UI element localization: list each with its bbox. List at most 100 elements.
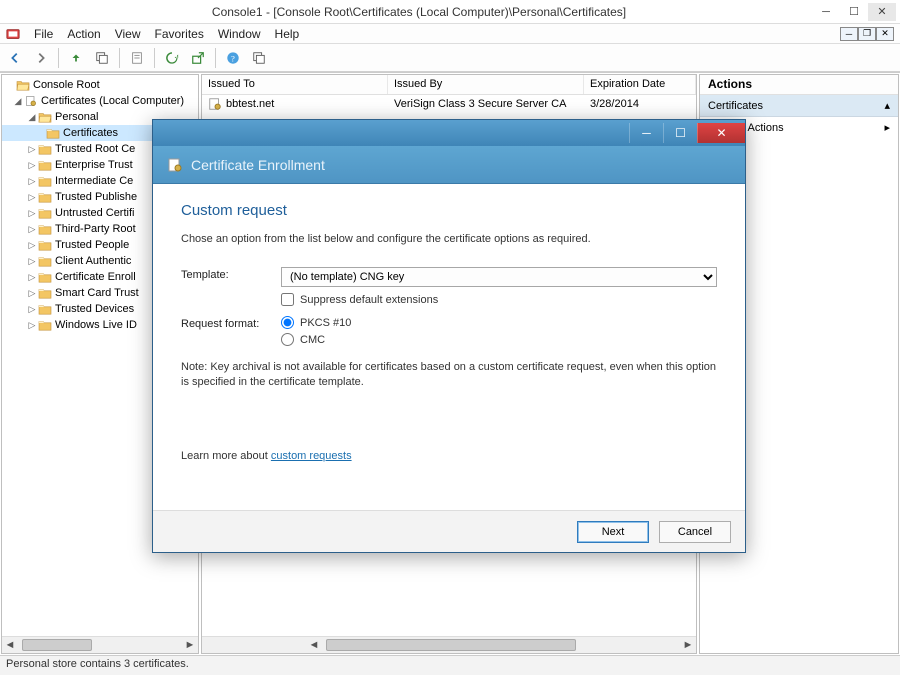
actions-group-certificates[interactable]: Certificates ▴ xyxy=(700,95,898,117)
expander-icon[interactable]: ▷ xyxy=(26,144,38,155)
tree-label: Personal xyxy=(55,111,98,123)
menu-view[interactable]: View xyxy=(115,27,141,41)
certificate-enrollment-dialog: ─ ☐ ✕ Certificate Enrollment Custom requ… xyxy=(152,119,746,553)
mdi-close[interactable]: ✕ xyxy=(876,27,894,41)
expander-icon[interactable]: ▷ xyxy=(26,256,38,267)
expander-icon[interactable]: ▷ xyxy=(26,304,38,315)
minimize-button[interactable]: ─ xyxy=(812,3,840,21)
col-issued-by[interactable]: Issued By xyxy=(388,75,584,94)
scroll-right-icon[interactable]: ► xyxy=(182,639,198,651)
folder-icon xyxy=(38,271,52,283)
cancel-button[interactable]: Cancel xyxy=(659,521,731,543)
menu-favorites[interactable]: Favorites xyxy=(155,27,204,41)
expiration-value: 3/28/2014 xyxy=(584,98,696,110)
tree-label: Certificate Enroll xyxy=(55,271,136,283)
pkcs10-radio[interactable] xyxy=(281,316,294,329)
folder-icon xyxy=(46,127,60,139)
tree-console-root[interactable]: Console Root xyxy=(2,77,198,93)
folder-icon xyxy=(38,191,52,203)
dialog-page-title: Custom request xyxy=(181,202,717,219)
tree-label: Certificates (Local Computer) xyxy=(41,95,184,107)
menu-help[interactable]: Help xyxy=(275,27,300,41)
mmc-icon xyxy=(4,5,18,19)
menu-action[interactable]: Action xyxy=(67,27,100,41)
mmc-menu-icon xyxy=(6,27,20,41)
toolbar xyxy=(0,44,900,72)
export-list-button[interactable] xyxy=(187,47,209,69)
scrollbar-thumb[interactable] xyxy=(22,639,92,651)
request-format-label: Request format: xyxy=(181,316,281,346)
status-text: Personal store contains 3 certificates. xyxy=(6,658,189,670)
dialog-header: Certificate Enrollment xyxy=(153,146,745,184)
folder-icon xyxy=(38,223,52,235)
main-titlebar: Console1 - [Console Root\Certificates (L… xyxy=(0,0,900,24)
maximize-button[interactable]: ☐ xyxy=(840,3,868,21)
results-horizontal-scrollbar[interactable]: ◄ ► xyxy=(202,636,696,653)
expander-icon[interactable]: ◢ xyxy=(26,112,38,123)
mdi-restore[interactable]: ❐ xyxy=(858,27,876,41)
pkcs10-label: PKCS #10 xyxy=(300,317,351,329)
col-issued-to[interactable]: Issued To xyxy=(202,75,388,94)
learn-more-link[interactable]: custom requests xyxy=(271,450,352,462)
mdi-minimize[interactable]: ─ xyxy=(840,27,858,41)
tree-label: Trusted Publishe xyxy=(55,191,137,203)
cert-store-icon xyxy=(24,95,38,107)
menu-bar: File Action View Favorites Window Help ─… xyxy=(0,24,900,44)
learn-more-prefix: Learn more about xyxy=(181,450,271,462)
tree-certificates-localcomputer[interactable]: ◢ Certificates (Local Computer) xyxy=(2,93,198,109)
folder-icon xyxy=(38,207,52,219)
tree-label: Windows Live ID xyxy=(55,319,137,331)
expander-icon[interactable]: ▷ xyxy=(26,272,38,283)
folder-icon xyxy=(38,303,52,315)
dialog-minimize-button[interactable]: ─ xyxy=(629,123,663,143)
dialog-close-button[interactable]: ✕ xyxy=(697,123,745,143)
expander-icon[interactable]: ▷ xyxy=(26,320,38,331)
tree-label: Third-Party Root xyxy=(55,223,136,235)
expander-icon[interactable]: ▷ xyxy=(26,288,38,299)
template-combobox[interactable]: (No template) CNG key xyxy=(281,267,717,287)
expander-icon[interactable]: ▷ xyxy=(26,160,38,171)
next-button[interactable]: Next xyxy=(577,521,649,543)
scroll-left-icon[interactable]: ◄ xyxy=(306,639,322,651)
dialog-titlebar[interactable]: ─ ☐ ✕ xyxy=(153,120,745,146)
dialog-intro-text: Chose an option from the list below and … xyxy=(181,233,717,245)
folder-icon xyxy=(38,255,52,267)
refresh-button[interactable] xyxy=(161,47,183,69)
tree-label: Trusted Root Ce xyxy=(55,143,135,155)
menu-file[interactable]: File xyxy=(34,27,53,41)
folder-icon xyxy=(38,287,52,299)
menu-window[interactable]: Window xyxy=(218,27,261,41)
tree-label: Certificates xyxy=(63,127,118,139)
scrollbar-thumb[interactable] xyxy=(326,639,576,651)
help-button[interactable] xyxy=(222,47,244,69)
dialog-body: Custom request Chose an option from the … xyxy=(153,184,745,510)
up-level-button[interactable] xyxy=(65,47,87,69)
nav-forward-button[interactable] xyxy=(30,47,52,69)
scroll-right-icon[interactable]: ► xyxy=(680,639,696,651)
tree-label: Intermediate Ce xyxy=(55,175,133,187)
expander-icon[interactable]: ◢ xyxy=(12,96,24,107)
dialog-maximize-button[interactable]: ☐ xyxy=(663,123,697,143)
expander-icon[interactable]: ▷ xyxy=(26,224,38,235)
actions-group-label: Certificates xyxy=(708,100,763,112)
scroll-left-icon[interactable]: ◄ xyxy=(2,639,18,651)
expander-icon[interactable]: ▷ xyxy=(26,240,38,251)
submenu-icon: ▸ xyxy=(884,121,890,134)
suppress-extensions-checkbox[interactable] xyxy=(281,293,294,306)
expander-icon[interactable]: ▷ xyxy=(26,192,38,203)
properties-button[interactable] xyxy=(126,47,148,69)
list-item[interactable]: bbtest.net VeriSign Class 3 Secure Serve… xyxy=(202,95,696,113)
col-expiration[interactable]: Expiration Date xyxy=(584,75,696,94)
template-label: Template: xyxy=(181,267,281,306)
toolbar-extra-button[interactable] xyxy=(248,47,270,69)
show-hide-tree-button[interactable] xyxy=(91,47,113,69)
expander-icon[interactable]: ▷ xyxy=(26,176,38,187)
tree-horizontal-scrollbar[interactable]: ◄ ► xyxy=(2,636,198,653)
expander-icon[interactable]: ▷ xyxy=(26,208,38,219)
folder-icon xyxy=(38,159,52,171)
close-button[interactable]: ✕ xyxy=(868,3,896,21)
tree-label: Client Authentic xyxy=(55,255,131,267)
nav-back-button[interactable] xyxy=(4,47,26,69)
collapse-icon[interactable]: ▴ xyxy=(884,99,890,112)
cmc-radio[interactable] xyxy=(281,333,294,346)
